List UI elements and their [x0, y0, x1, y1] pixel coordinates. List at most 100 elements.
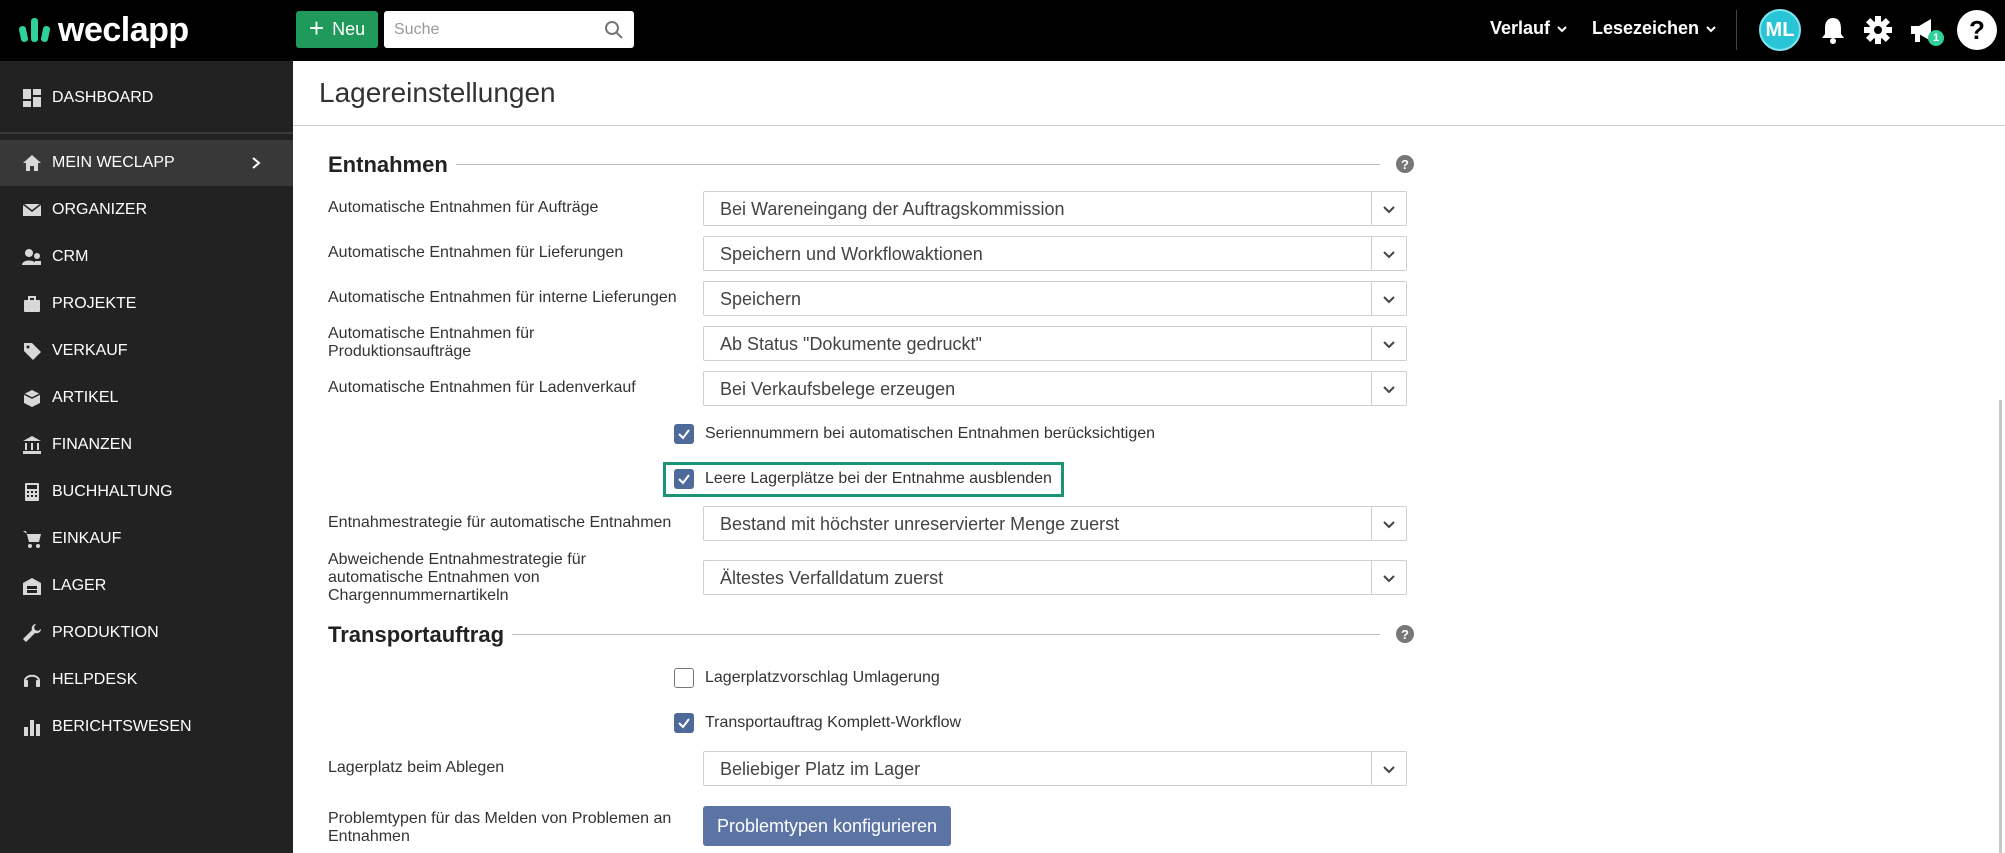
- bell-icon[interactable]: [1817, 14, 1849, 46]
- chevron-down-icon: [1383, 765, 1395, 773]
- chevron-down-icon: [1383, 295, 1395, 303]
- checkbox-checked[interactable]: [674, 424, 694, 444]
- select-orders-withdrawal[interactable]: Bei Wareneingang der Auftragskommission: [703, 191, 1407, 226]
- chevron-down-icon: [1383, 250, 1395, 258]
- sidebar-item-label: FINANZEN: [52, 436, 132, 453]
- dropdown-button[interactable]: [1371, 237, 1406, 270]
- checkbox-checked[interactable]: [674, 469, 694, 489]
- scrollbar[interactable]: [1999, 400, 2002, 853]
- chevron-down-icon: [1557, 25, 1567, 32]
- checkbox-label: Seriennummern bei automatischen Entnahme…: [705, 425, 1156, 442]
- sidebar-item-finanzen[interactable]: FINANZEN: [0, 422, 293, 468]
- section-title-entnahmen: Entnahmen: [328, 152, 448, 177]
- checkbox-transport-workflow[interactable]: Transportauftrag Komplett-Workflow: [674, 711, 961, 735]
- dropdown-button[interactable]: [1371, 192, 1406, 225]
- sidebar-item-label: VERKAUF: [52, 342, 128, 359]
- help-button[interactable]: ?: [1957, 10, 1997, 50]
- checkbox-unchecked[interactable]: [674, 668, 694, 688]
- bank-icon: [23, 436, 41, 454]
- cart-icon: [23, 531, 41, 548]
- sidebar-item-organizer[interactable]: ORGANIZER: [0, 187, 293, 233]
- chevron-down-icon: [1383, 385, 1395, 393]
- sidebar-item-crm[interactable]: CRM: [0, 234, 293, 280]
- sidebar-item-label: CRM: [52, 248, 89, 265]
- dropdown-button[interactable]: [1371, 327, 1406, 360]
- plus-icon: +: [308, 13, 325, 43]
- sidebar-item-dashboard[interactable]: DASHBOARD: [0, 75, 293, 121]
- bookmarks-menu[interactable]: Lesezeichen: [1592, 18, 1717, 39]
- topbar-divider: [1736, 10, 1737, 50]
- select-value: Bei Verkaufsbelege erzeugen: [720, 379, 956, 399]
- select-internal-deliveries-withdrawal[interactable]: Speichern: [703, 281, 1407, 316]
- select-value: Bei Wareneingang der Auftragskommission: [720, 199, 1065, 219]
- section-divider: [456, 164, 1380, 165]
- sidebar-item-einkauf[interactable]: EINKAUF: [0, 516, 293, 562]
- history-menu[interactable]: Verlauf: [1490, 18, 1568, 39]
- sidebar-item-artikel[interactable]: ARTIKEL: [0, 375, 293, 421]
- section-divider: [512, 634, 1380, 635]
- sidebar-divider: [0, 132, 293, 134]
- sidebar-item-lager[interactable]: LAGER: [0, 563, 293, 609]
- page-title: Lagereinstellungen: [319, 77, 556, 108]
- checkbox-serial-numbers[interactable]: Seriennummern bei automatischen Entnahme…: [674, 422, 1155, 446]
- field-label: Abweichende Entnahmestrategie für automa…: [328, 551, 586, 604]
- checkbox-storage-suggestion[interactable]: Lagerplatzvorschlag Umlagerung: [674, 666, 940, 690]
- search-input[interactable]: [384, 11, 594, 48]
- history-label: Verlauf: [1490, 18, 1551, 38]
- field-label: Automatische Entnahmen für Ladenverkauf: [328, 379, 636, 396]
- dropdown-button[interactable]: [1371, 752, 1406, 785]
- help-icon[interactable]: ?: [1396, 625, 1414, 643]
- select-production-withdrawal[interactable]: Ab Status "Dokumente gedruckt": [703, 326, 1407, 361]
- dropdown-button[interactable]: [1371, 282, 1406, 315]
- checkbox-label: Lagerplatzvorschlag Umlagerung: [705, 669, 940, 686]
- calculator-icon: [25, 483, 39, 501]
- gear-icon[interactable]: [1862, 14, 1894, 46]
- logo-mark-icon: [18, 16, 52, 44]
- select-deliveries-withdrawal[interactable]: Speichern und Workflowaktionen: [703, 236, 1407, 271]
- box-icon: [23, 390, 41, 407]
- search-box: [384, 11, 634, 48]
- sidebar-item-produktion[interactable]: PRODUKTION: [0, 610, 293, 656]
- dropdown-button[interactable]: [1371, 561, 1406, 594]
- configure-problem-types-button[interactable]: Problemtypen konfigurieren: [703, 806, 951, 846]
- sidebar-item-mein-weclapp[interactable]: MEIN WECLAPP: [0, 140, 293, 186]
- sidebar-item-label: DASHBOARD: [52, 89, 154, 106]
- select-value: Ältestes Verfalldatum zuerst: [720, 568, 944, 588]
- select-drop-location[interactable]: Beliebiger Platz im Lager: [703, 751, 1407, 786]
- sidebar-item-verkauf[interactable]: VERKAUF: [0, 328, 293, 374]
- sidebar-item-buchhaltung[interactable]: BUCHHALTUNG: [0, 469, 293, 515]
- select-batch-withdrawal-strategy[interactable]: Ältestes Verfalldatum zuerst: [703, 560, 1407, 595]
- select-store-sales-withdrawal[interactable]: Bei Verkaufsbelege erzeugen: [703, 371, 1407, 406]
- wrench-icon: [23, 624, 41, 642]
- chevron-down-icon: [1383, 574, 1395, 582]
- sidebar-item-projekte[interactable]: PROJEKTE: [0, 281, 293, 327]
- page-header: Lagereinstellungen: [293, 61, 2005, 126]
- chevron-down-icon: [1383, 340, 1395, 348]
- sidebar-item-label: EINKAUF: [52, 530, 122, 547]
- section-title-transportauftrag: Transportauftrag: [328, 622, 505, 647]
- notification-badge: 1: [1928, 30, 1944, 46]
- chevron-down-icon: [1383, 205, 1395, 213]
- sidebar-item-helpdesk[interactable]: HELPDESK: [0, 657, 293, 703]
- avatar[interactable]: ML: [1759, 9, 1801, 51]
- weclapp-logo[interactable]: weclapp: [18, 10, 189, 50]
- checkbox-checked[interactable]: [674, 713, 694, 733]
- sidebar-item-berichtswesen[interactable]: BERICHTSWESEN: [0, 704, 293, 750]
- sidebar-item-label: HELPDESK: [52, 671, 138, 688]
- field-label: Automatische Entnahmen für Produktionsau…: [328, 325, 535, 360]
- checkmark-icon: [678, 474, 690, 485]
- home-icon: [23, 155, 41, 171]
- dropdown-button[interactable]: [1371, 372, 1406, 405]
- field-label: Automatische Entnahmen für interne Liefe…: [328, 289, 677, 306]
- sidebar-item-label: BUCHHALTUNG: [52, 483, 173, 500]
- search-icon[interactable]: [604, 20, 624, 40]
- select-value: Bestand mit höchster unreservierter Meng…: [720, 514, 1120, 534]
- dropdown-button[interactable]: [1371, 507, 1406, 540]
- checkbox-hide-empty-locations[interactable]: Leere Lagerplätze bei der Entnahme ausbl…: [674, 467, 1052, 491]
- select-withdrawal-strategy[interactable]: Bestand mit höchster unreservierter Meng…: [703, 506, 1407, 541]
- field-label: Entnahmestrategie für automatische Entna…: [328, 514, 672, 531]
- field-label: Lagerplatz beim Ablegen: [328, 759, 505, 776]
- help-icon[interactable]: ?: [1396, 155, 1414, 173]
- checkmark-icon: [678, 429, 690, 440]
- new-button[interactable]: + Neu: [296, 11, 378, 48]
